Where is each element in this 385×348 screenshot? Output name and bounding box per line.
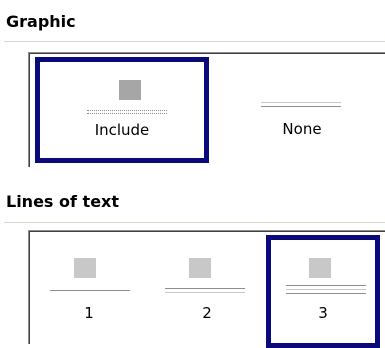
text-line-icon — [286, 293, 366, 294]
dotted-line-icon — [87, 110, 167, 111]
dotted-line-icon — [87, 113, 167, 114]
graphic-option-include-label: Include — [94, 121, 150, 139]
lines-of-text-options-panel: 1 2 3 — [28, 230, 385, 348]
text-line-icon — [261, 106, 341, 107]
lines-of-text-section-title: Lines of text — [6, 192, 120, 211]
graphic-section-title: Graphic — [6, 12, 76, 31]
text-line-icon — [286, 289, 366, 290]
graphic-thumbnail-icon — [119, 80, 141, 100]
lines-option-3-label: 3 — [318, 304, 328, 322]
graphic-section-divider — [4, 41, 385, 42]
text-line-icon — [261, 102, 341, 103]
text-line-icon — [165, 288, 245, 289]
lines-option-2-label: 2 — [202, 304, 212, 322]
lines-option-1-label: 1 — [84, 304, 94, 322]
graphic-option-none[interactable]: None — [218, 57, 385, 163]
graphic-options-panel: Include None — [28, 52, 385, 167]
graphic-thumbnail-icon — [74, 258, 96, 278]
lines-option-2[interactable]: 2 — [155, 235, 259, 348]
graphic-option-none-label: None — [282, 120, 322, 138]
graphic-thumbnail-icon — [309, 258, 331, 278]
text-line-icon — [50, 290, 130, 291]
text-line-icon — [286, 285, 366, 286]
lines-option-3[interactable]: 3 — [266, 235, 380, 348]
graphic-thumbnail-icon — [189, 258, 211, 278]
text-line-icon — [165, 292, 245, 293]
lines-of-text-section-divider — [4, 222, 385, 223]
graphic-option-include[interactable]: Include — [35, 57, 209, 163]
lines-option-1[interactable]: 1 — [33, 235, 145, 348]
